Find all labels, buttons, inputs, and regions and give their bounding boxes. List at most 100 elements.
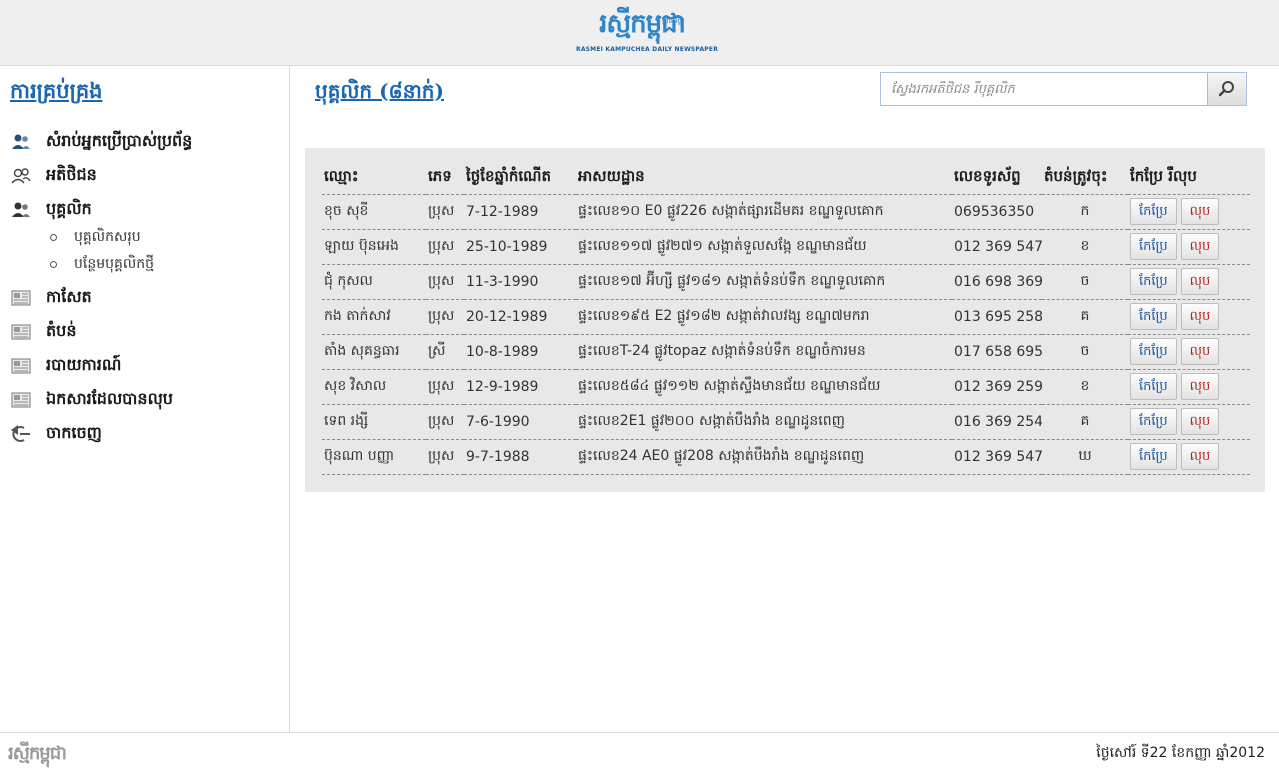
staff-table-body: ខុច សុខី ប្រុស 7-12-1989 ផ្ទះលេខ១០ E0 ផ្លូវ… bbox=[322, 194, 1250, 475]
cell-region: ក bbox=[1042, 194, 1128, 230]
edit-button[interactable]: កែប្រែ bbox=[1130, 373, 1177, 400]
delete-button[interactable]: លុប bbox=[1180, 408, 1220, 435]
table-row: តាំង សុគន្ធធារ ស្រី 10-8-1989 ផ្ទះលេខT-24 ផ… bbox=[322, 334, 1250, 370]
delete-button[interactable]: លុប bbox=[1180, 233, 1220, 260]
sidebar-item-report[interactable]: របាយការណ៍ bbox=[10, 353, 121, 379]
cell-gender: ប្រុស bbox=[426, 194, 464, 230]
cell-region: ខ bbox=[1042, 229, 1128, 265]
cell-name: ប៊ុនណា បញ្ញា bbox=[322, 439, 426, 475]
cell-region: ច bbox=[1042, 334, 1128, 370]
edit-button[interactable]: កែប្រែ bbox=[1130, 408, 1177, 435]
cell-address: ផ្ទះលេខ១១៧ ផ្លូវ២៧១ សង្កាត់ទួលសង្កែ ខណ្ឌ… bbox=[576, 229, 952, 265]
cell-dob: 25-10-1989 bbox=[464, 229, 576, 265]
cell-gender: ប្រុស bbox=[426, 404, 464, 440]
sidebar-item-label: អតិថិជន bbox=[46, 165, 97, 184]
cell-actions: កែប្រែ លុប bbox=[1128, 439, 1250, 475]
cell-phone: 069536350 bbox=[952, 194, 1042, 230]
sidebar-item-label: សំរាប់អ្នកប្រើប្រាស់ប្រព័ន្ធ bbox=[46, 131, 193, 150]
page-title[interactable]: បុគ្គលិក (៨នាក់) bbox=[315, 78, 444, 108]
table-header-row: ឈ្មោះ ភេទ ថ្ងៃខែឆ្នាំកំណើត អាសយដ្ឋាន លេខ… bbox=[322, 162, 1250, 195]
cell-address: ផ្ទះលេខ១០ E0 ផ្លូវ226 សង្កាត់ផ្សារដើមគរ … bbox=[576, 194, 952, 230]
sidebar: ការគ្រប់គ្រង សំរាប់អ្នកប្រើប្រាស់ប្រព័ន្… bbox=[0, 66, 290, 732]
footer-date: ថ្ងៃសៅរ៍ ទី22 ខែកញ្ញា ឆ្នាំ2012 bbox=[1096, 745, 1265, 761]
cell-actions: កែប្រែ លុប bbox=[1128, 334, 1250, 370]
cell-phone: 012 369 259 bbox=[952, 369, 1042, 405]
sidebar-item-deleted-docs[interactable]: ឯកសារដែលបានលុប bbox=[10, 387, 173, 413]
edit-button[interactable]: កែប្រែ bbox=[1130, 338, 1177, 365]
search-input[interactable] bbox=[881, 73, 1208, 105]
delete-button[interactable]: លុប bbox=[1180, 373, 1220, 400]
bullet-icon bbox=[50, 260, 57, 268]
cell-name: កង តាក់សាវ bbox=[322, 299, 426, 335]
delete-button[interactable]: លុប bbox=[1180, 198, 1220, 225]
site-logo[interactable]: រស្មីកម្ពុជា ប្រចាំថ្ងៃ RASMEI KAMPUCHEA… bbox=[576, 8, 719, 62]
column-header-address: អាសយដ្ឋាន bbox=[576, 162, 952, 195]
cell-region: ឃ bbox=[1042, 439, 1128, 475]
edit-button[interactable]: កែប្រែ bbox=[1130, 198, 1177, 225]
sidebar-title[interactable]: ការគ្រប់គ្រង bbox=[10, 78, 103, 109]
sidebar-item-newspaper[interactable]: កាសែត bbox=[10, 285, 92, 311]
cell-dob: 11-3-1990 bbox=[464, 264, 576, 300]
sidebar-item-system-users[interactable]: សំរាប់អ្នកប្រើប្រាស់ប្រព័ន្ធ bbox=[10, 129, 192, 155]
cell-name: ខុច សុខី bbox=[322, 194, 426, 230]
sidebar-item-logout[interactable]: ចាកចេញ bbox=[10, 421, 102, 447]
sidebar-item-label: ឯកសារដែលបានលុប bbox=[46, 389, 173, 408]
column-header-name: ឈ្មោះ bbox=[322, 162, 426, 195]
cell-name: ឡាយ ប៊ុនអេង bbox=[322, 229, 426, 265]
edit-button[interactable]: កែប្រែ bbox=[1130, 303, 1177, 330]
delete-button[interactable]: លុប bbox=[1180, 338, 1220, 365]
edit-button[interactable]: កែប្រែ bbox=[1130, 443, 1177, 470]
cell-dob: 7-6-1990 bbox=[464, 404, 576, 440]
column-header-phone: លេខទូរស័ព្ទ bbox=[952, 162, 1042, 195]
logo-text: រស្មីកម្ពុជា bbox=[599, 9, 686, 39]
delete-button[interactable]: លុប bbox=[1180, 268, 1220, 295]
logo-tag: ប្រចាំថ្ងៃ bbox=[662, 17, 682, 25]
sidebar-item-staff[interactable]: បុគ្គលិក bbox=[10, 197, 92, 223]
sidebar-item-customers[interactable]: អតិថិជន bbox=[10, 163, 97, 189]
cell-actions: កែប្រែ លុប bbox=[1128, 229, 1250, 265]
sidebar-subitem-all-staff[interactable]: បុគ្គលិកសរុប bbox=[50, 226, 141, 248]
sidebar-subitem-add-staff[interactable]: បន្ថែមបុគ្គលិកថ្មី bbox=[50, 253, 154, 275]
search-box bbox=[880, 72, 1247, 106]
cell-dob: 10-8-1989 bbox=[464, 334, 576, 370]
cell-actions: កែប្រែ លុប bbox=[1128, 369, 1250, 405]
edit-button[interactable]: កែប្រែ bbox=[1130, 233, 1177, 260]
cell-phone: 017 658 695 bbox=[952, 334, 1042, 370]
cell-gender: ប្រុស bbox=[426, 369, 464, 405]
cell-actions: កែប្រែ លុប bbox=[1128, 264, 1250, 300]
sidebar-item-label: តំបន់ bbox=[46, 321, 77, 340]
header: រស្មីកម្ពុជា ប្រចាំថ្ងៃ RASMEI KAMPUCHEA… bbox=[0, 0, 1279, 66]
report-icon bbox=[10, 356, 32, 376]
cell-gender: ប្រុស bbox=[426, 439, 464, 475]
delete-button[interactable]: លុប bbox=[1180, 443, 1220, 470]
table-row: កង តាក់សាវ ប្រុស 20-12-1989 ផ្ទះលេខ១៩៥ E2 ផ… bbox=[322, 299, 1250, 335]
cell-address: ផ្ទះលេខ៥៨៤ ផ្លូវ១១២ សង្កាត់ស្ទឹងមានជ័យ ខ… bbox=[576, 369, 952, 405]
logout-icon bbox=[10, 424, 32, 444]
cell-actions: កែប្រែ លុប bbox=[1128, 404, 1250, 440]
search-button[interactable] bbox=[1207, 73, 1246, 105]
delete-button[interactable]: លុប bbox=[1180, 303, 1220, 330]
edit-button[interactable]: កែប្រែ bbox=[1130, 268, 1177, 295]
staff-icon bbox=[10, 200, 32, 220]
cell-name: ទេព រង្សី bbox=[322, 404, 426, 440]
table-row: សុខ វិសាល ប្រុស 12-9-1989 ផ្ទះលេខ៥៨៤ ផ្លូវ១… bbox=[322, 369, 1250, 405]
table-row: ជុំ កុសល ប្រុស 11-3-1990 ផ្ទះលេខ១៧ អ៊ីហ្សី … bbox=[322, 264, 1250, 300]
cell-region: គ bbox=[1042, 299, 1128, 335]
sidebar-item-label: បុគ្គលិក bbox=[46, 199, 92, 218]
cell-phone: 013 695 258 bbox=[952, 299, 1042, 335]
sidebar-item-label: ចាកចេញ bbox=[46, 423, 102, 442]
cell-actions: កែប្រែ លុប bbox=[1128, 194, 1250, 230]
sidebar-subitem-label: បុគ្គលិកសរុប bbox=[74, 228, 141, 245]
cell-name: សុខ វិសាល bbox=[322, 369, 426, 405]
cell-dob: 20-12-1989 bbox=[464, 299, 576, 335]
cell-address: ផ្ទះលេខ24 AE0 ផ្លូវ208 សង្កាត់បឹងរាំង ខណ… bbox=[576, 439, 952, 475]
column-header-dob: ថ្ងៃខែឆ្នាំកំណើត bbox=[464, 162, 576, 195]
table-row: ឡាយ ប៊ុនអេង ប្រុស 25-10-1989 ផ្ទះលេខ១១៧ ផ្ល… bbox=[322, 229, 1250, 265]
cell-name: ជុំ កុសល bbox=[322, 264, 426, 300]
footer-logo: រស្មីកម្ពុជា bbox=[8, 743, 67, 764]
cell-address: ផ្ទះលេខ2E1 ផ្លូវ២០០ សង្កាត់បឹងរាំង ខណ្ឌដ… bbox=[576, 404, 952, 440]
sidebar-item-region[interactable]: តំបន់ bbox=[10, 319, 76, 345]
cell-gender: ប្រុស bbox=[426, 299, 464, 335]
customers-icon bbox=[10, 166, 32, 186]
logo-subtitle: RASMEI KAMPUCHEA DAILY NEWSPAPER bbox=[576, 46, 719, 53]
